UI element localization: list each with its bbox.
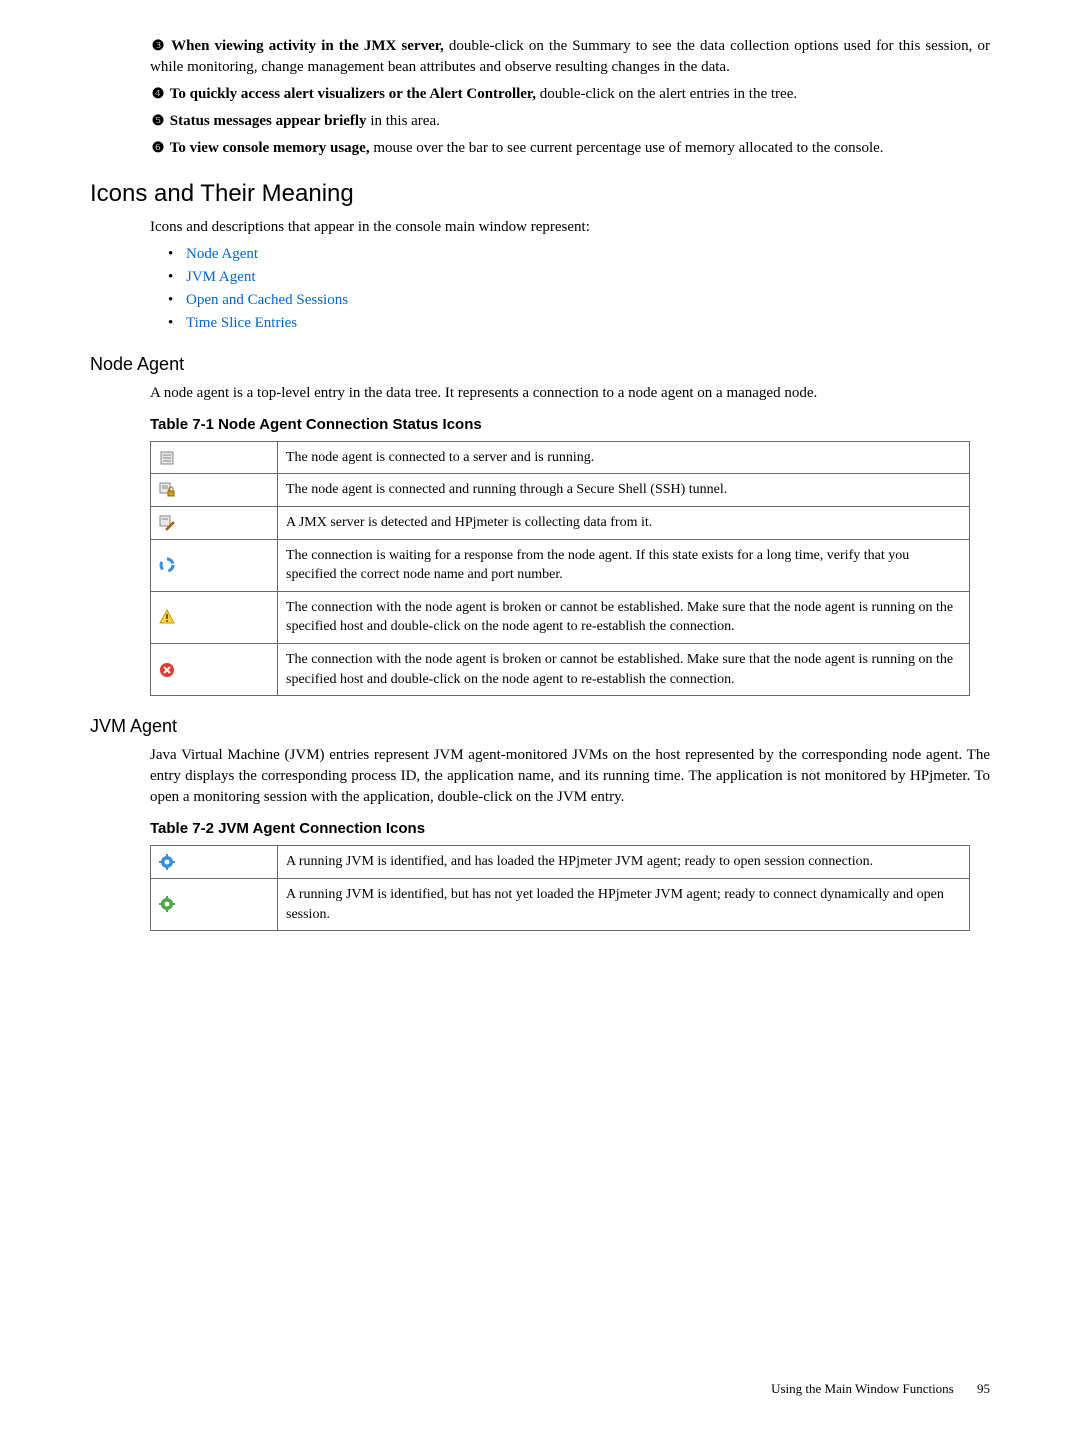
icon-cell <box>151 878 278 930</box>
gear-blue-icon <box>159 854 175 870</box>
gear-green-icon <box>159 896 175 912</box>
table-row: The connection with the node agent is br… <box>151 643 970 695</box>
lead-3: When viewing activity in the JMX server, <box>171 38 444 54</box>
jvm-agent-intro: Java Virtual Machine (JVM) entries repre… <box>150 745 990 808</box>
heading-jvm-agent: JVM Agent <box>90 714 990 739</box>
bullet-node-agent[interactable]: Node Agent <box>168 244 990 265</box>
para-5: ❺ Status messages appear briefly in this… <box>150 111 990 132</box>
table-row: The connection is waiting for a response… <box>151 539 970 591</box>
icon-cell <box>151 474 278 507</box>
table-7-2: A running JVM is identified, and has loa… <box>150 845 970 931</box>
intro-paragraphs: ❸ When viewing activity in the JMX serve… <box>150 36 990 159</box>
footer-page-number: 95 <box>977 1381 990 1396</box>
page-footer: Using the Main Window Functions 95 <box>771 1380 990 1398</box>
table-7-2-title: Table 7-2 JVM Agent Connection Icons <box>150 818 990 839</box>
error-icon <box>159 662 175 678</box>
server-lock-icon <box>159 482 175 498</box>
table-row: A running JVM is identified, and has loa… <box>151 846 970 879</box>
jvm-agent-block: Java Virtual Machine (JVM) entries repre… <box>150 745 990 808</box>
para-6: ❻ To view console memory usage, mouse ov… <box>150 138 990 159</box>
node-agent-intro: A node agent is a top-level entry in the… <box>150 383 990 404</box>
table-7-1: The node agent is connected to a server … <box>150 441 970 696</box>
lead-4: To quickly access alert visualizers or t… <box>170 86 536 102</box>
icon-desc: The node agent is connected and running … <box>278 474 970 507</box>
server-pencil-icon <box>159 515 175 531</box>
heading-node-agent: Node Agent <box>90 352 990 377</box>
rest-4: double-click on the alert entries in the… <box>536 86 797 102</box>
marker-4: ❹ <box>150 85 166 105</box>
warning-icon <box>159 609 175 625</box>
table-row: A JMX server is detected and HPjmeter is… <box>151 506 970 539</box>
table-7-1-title: Table 7-1 Node Agent Connection Status I… <box>150 414 990 435</box>
page: ❸ When viewing activity in the JMX serve… <box>0 0 1080 1438</box>
icon-desc: A JMX server is detected and HPjmeter is… <box>278 506 970 539</box>
icon-cell <box>151 591 278 643</box>
para-4: ❹ To quickly access alert visualizers or… <box>150 84 990 105</box>
link-time-slice[interactable]: Time Slice Entries <box>186 315 297 331</box>
bullet-time-slice[interactable]: Time Slice Entries <box>168 313 990 334</box>
icon-cell <box>151 539 278 591</box>
lead-6: To view console memory usage, <box>170 140 370 156</box>
rest-6: mouse over the bar to see current percen… <box>370 140 884 156</box>
table-row: The node agent is connected and running … <box>151 474 970 507</box>
marker-5: ❺ <box>150 112 166 132</box>
icons-intro-block: Icons and descriptions that appear in th… <box>150 217 990 334</box>
para-3: ❸ When viewing activity in the JMX serve… <box>150 36 990 78</box>
link-node-agent[interactable]: Node Agent <box>186 246 258 262</box>
marker-6: ❻ <box>150 139 166 159</box>
icon-cell <box>151 441 278 474</box>
table-row: A running JVM is identified, but has not… <box>151 878 970 930</box>
spinner-icon <box>159 557 175 573</box>
bullet-open-cached[interactable]: Open and Cached Sessions <box>168 290 990 311</box>
icon-desc: The connection with the node agent is br… <box>278 643 970 695</box>
heading-icons-meaning: Icons and Their Meaning <box>90 177 990 211</box>
icon-desc: The node agent is connected to a server … <box>278 441 970 474</box>
icon-desc: A running JVM is identified, and has loa… <box>278 846 970 879</box>
icon-cell <box>151 846 278 879</box>
icon-desc: The connection with the node agent is br… <box>278 591 970 643</box>
icon-cell <box>151 506 278 539</box>
icon-cell <box>151 643 278 695</box>
link-open-cached[interactable]: Open and Cached Sessions <box>186 292 348 308</box>
table-row: The node agent is connected to a server … <box>151 441 970 474</box>
icon-desc: A running JVM is identified, but has not… <box>278 878 970 930</box>
table-row: The connection with the node agent is br… <box>151 591 970 643</box>
rest-5: in this area. <box>367 113 440 129</box>
icons-bullet-list: Node Agent JVM Agent Open and Cached Ses… <box>168 244 990 334</box>
server-icon <box>159 450 175 466</box>
icon-desc: The connection is waiting for a response… <box>278 539 970 591</box>
footer-text: Using the Main Window Functions <box>771 1381 954 1396</box>
bullet-jvm-agent[interactable]: JVM Agent <box>168 267 990 288</box>
marker-3: ❸ <box>150 37 166 57</box>
link-jvm-agent[interactable]: JVM Agent <box>186 269 256 285</box>
lead-5: Status messages appear briefly <box>170 113 367 129</box>
node-agent-block: A node agent is a top-level entry in the… <box>150 383 990 404</box>
icons-intro: Icons and descriptions that appear in th… <box>150 217 990 238</box>
